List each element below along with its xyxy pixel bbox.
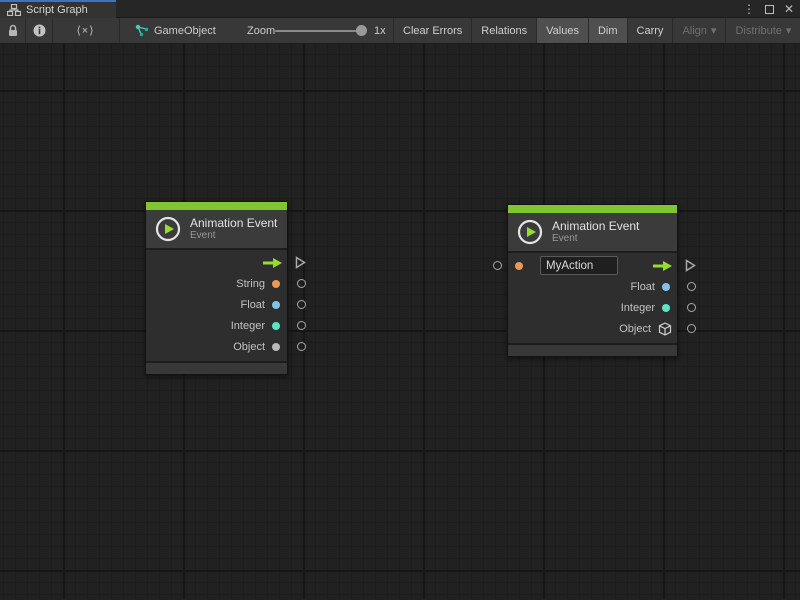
port-row-flow-out[interactable] <box>146 252 287 273</box>
node-subtitle: Event <box>190 230 277 242</box>
integer-port-dot <box>272 322 280 330</box>
chevron-down-icon: ▾ <box>786 24 792 37</box>
object-out-connector[interactable] <box>297 342 306 351</box>
float-port-dot <box>662 283 670 291</box>
node-body: Float Integer Object <box>508 253 677 343</box>
port-row-float[interactable]: Float <box>146 294 287 315</box>
menu-icon[interactable]: ⋮ <box>743 0 755 18</box>
port-row-float[interactable]: Float <box>508 276 677 297</box>
action-input-port-dot <box>515 262 523 270</box>
integer-out-connector[interactable] <box>687 303 696 312</box>
titlebar: Script Graph ⋮ ✕ <box>0 0 800 18</box>
values-button[interactable]: Values <box>536 18 588 43</box>
flow-out-connector[interactable] <box>685 259 696 272</box>
titlebar-controls: ⋮ ✕ <box>743 0 794 18</box>
zoom-slider-handle[interactable] <box>356 25 367 36</box>
tab-label: Script Graph <box>26 4 88 16</box>
port-row-object[interactable]: Object <box>146 336 287 357</box>
node-header[interactable]: Animation Event Event <box>508 213 677 251</box>
float-port-dot <box>272 301 280 309</box>
dim-button[interactable]: Dim <box>588 18 627 43</box>
object-out-connector[interactable] <box>687 324 696 333</box>
node-animation-event-1[interactable]: Animation Event Event String Float <box>145 201 288 375</box>
close-icon[interactable]: ✕ <box>784 0 794 18</box>
zoom-label: Zoom <box>247 18 275 43</box>
info-icon <box>33 24 46 37</box>
distribute-button[interactable]: Distribute ▾ <box>725 18 800 43</box>
cube-icon <box>658 322 672 336</box>
toolbar-buttons: Clear Errors Relations Values Dim Carry … <box>393 18 800 43</box>
action-in-connector[interactable] <box>493 261 502 270</box>
node-accent-bar <box>146 202 287 210</box>
gameobject-graph-icon <box>135 24 149 37</box>
integer-out-connector[interactable] <box>297 321 306 330</box>
align-button[interactable]: Align ▾ <box>672 18 725 43</box>
zoom-value: 1x <box>374 18 386 43</box>
flow-output-arrow-icon <box>263 257 283 269</box>
graph-toolbar: ⟨×⟩ GameObject Zoom 1x Clear Errors Rela… <box>0 18 800 44</box>
string-out-connector[interactable] <box>297 279 306 288</box>
graph-canvas[interactable]: Animation Event Event String Float <box>0 44 800 599</box>
script-graph-window: Script Graph ⋮ ✕ ⟨×⟩ <box>0 0 800 600</box>
port-row-integer[interactable]: Integer <box>508 297 677 318</box>
string-port-dot <box>272 280 280 288</box>
node-subtitle: Event <box>552 233 639 245</box>
info-button[interactable] <box>26 18 52 43</box>
action-name-input[interactable] <box>540 256 618 275</box>
chevron-down-icon: ▾ <box>711 24 717 37</box>
lock-icon <box>7 24 19 37</box>
port-row-action-input[interactable] <box>508 255 677 276</box>
maximize-icon[interactable] <box>765 5 774 14</box>
port-row-object[interactable]: Object <box>508 318 677 339</box>
gameobject-label: GameObject <box>154 25 216 37</box>
node-body: String Float Integer Object <box>146 250 287 361</box>
object-port-dot <box>272 343 280 351</box>
node-footer <box>146 363 287 374</box>
integer-port-dot <box>662 304 670 312</box>
zoom-slider-track[interactable] <box>275 30 365 32</box>
relations-button[interactable]: Relations <box>471 18 536 43</box>
tab-script-graph[interactable]: Script Graph <box>0 0 116 18</box>
node-title: Animation Event <box>552 219 639 233</box>
gameobject-target[interactable]: GameObject <box>135 18 216 43</box>
float-out-connector[interactable] <box>687 282 696 291</box>
code-button[interactable]: ⟨×⟩ <box>52 18 119 43</box>
float-out-connector[interactable] <box>297 300 306 309</box>
lock-button[interactable] <box>0 18 26 43</box>
flow-output-arrow-icon <box>653 260 673 272</box>
graph-icon <box>7 4 21 16</box>
node-header[interactable]: Animation Event Event <box>146 210 287 248</box>
clear-errors-button[interactable]: Clear Errors <box>393 18 471 43</box>
node-animation-event-2[interactable]: Animation Event Event Float <box>507 204 678 357</box>
port-row-string[interactable]: String <box>146 273 287 294</box>
node-footer <box>508 345 677 356</box>
carry-button[interactable]: Carry <box>627 18 673 43</box>
event-play-icon <box>517 219 543 245</box>
port-row-integer[interactable]: Integer <box>146 315 287 336</box>
node-accent-bar <box>508 205 677 213</box>
flow-out-connector[interactable] <box>295 256 306 269</box>
node-title: Animation Event <box>190 216 277 230</box>
event-play-icon <box>155 216 181 242</box>
